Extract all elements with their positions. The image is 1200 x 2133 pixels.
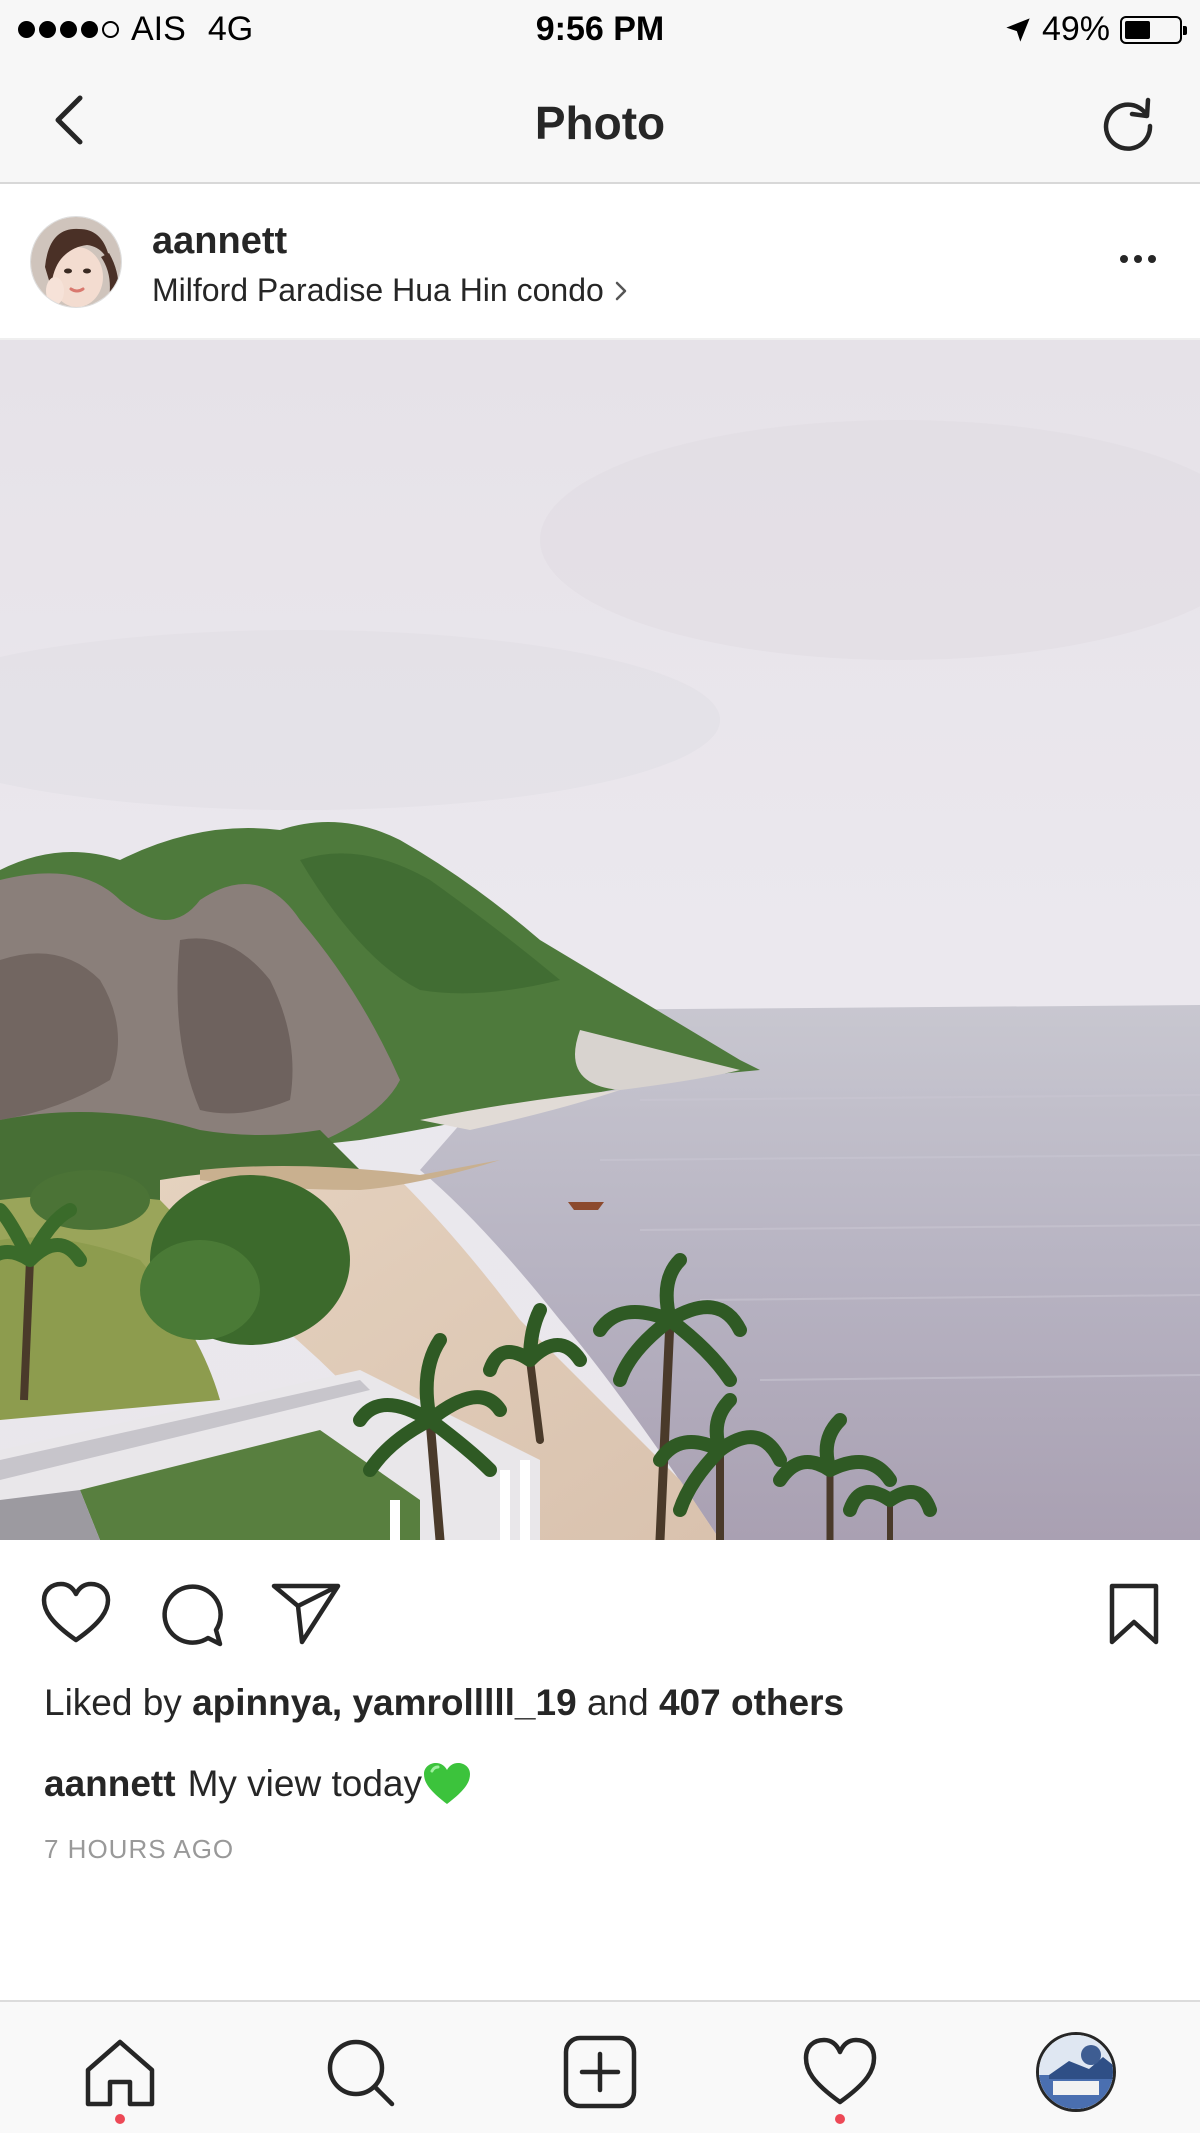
green-heart-icon — [424, 1763, 470, 1804]
post-username[interactable]: aannett — [152, 220, 287, 263]
page-title: Photo — [534, 97, 666, 149]
chevron-right-icon — [615, 281, 627, 300]
status-bar: AIS 4G 9:56 PM 49% — [0, 0, 1200, 60]
location-arrow-icon — [1006, 17, 1030, 42]
home-notification-dot — [115, 2114, 125, 2124]
likes-prefix: Liked by — [44, 1682, 182, 1723]
avatar[interactable] — [30, 216, 122, 308]
profile-avatar-icon[interactable] — [1036, 2032, 1116, 2112]
activity-heart-icon[interactable] — [800, 2032, 880, 2112]
search-icon[interactable] — [320, 2032, 400, 2112]
caption-username[interactable]: aannett — [44, 1763, 176, 1805]
post-photo[interactable] — [0, 340, 1200, 1540]
post-header: aannett Milford Paradise Hua Hin condo — [0, 184, 1200, 340]
likes-others[interactable]: 407 others — [659, 1682, 844, 1723]
likes-summary[interactable]: Liked by apinnya, yamrolllll_19 and 407 … — [44, 1682, 844, 1724]
post-location[interactable]: Milford Paradise Hua Hin condo — [152, 272, 628, 309]
more-options-icon[interactable] — [1116, 244, 1160, 274]
refresh-icon[interactable] — [1096, 90, 1160, 154]
status-right: 49% — [1004, 10, 1187, 49]
battery-percent: 49% — [1041, 10, 1110, 48]
bookmark-icon[interactable] — [1108, 1582, 1160, 1646]
battery-icon — [1120, 15, 1187, 44]
likes-users[interactable]: apinnya, yamrolllll_19 — [192, 1682, 577, 1723]
home-icon[interactable] — [80, 2032, 160, 2112]
comment-icon[interactable] — [156, 1580, 224, 1648]
activity-notification-dot — [835, 2114, 845, 2124]
add-post-icon[interactable] — [560, 2032, 640, 2112]
location-label[interactable]: Milford Paradise Hua Hin condo — [152, 272, 604, 309]
navigation-bar: Photo — [0, 60, 1200, 184]
post-actions — [0, 1540, 1200, 1680]
post-timestamp: 7 HOURS AGO — [44, 1834, 235, 1864]
post-caption: aannett My view today 💚 — [44, 1760, 472, 1808]
caption-text: My view today — [187, 1763, 422, 1804]
bottom-tab-bar — [0, 2000, 1200, 2133]
heart-icon[interactable] — [40, 1580, 112, 1646]
send-icon[interactable] — [270, 1580, 342, 1646]
likes-conjunction: and — [586, 1682, 649, 1723]
